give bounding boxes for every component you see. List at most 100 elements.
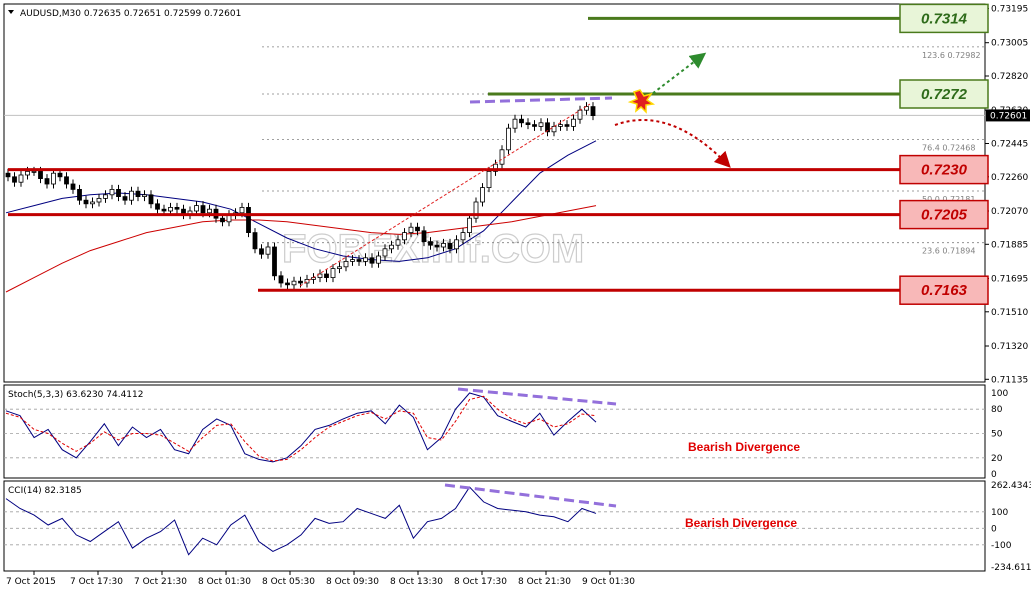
time-tick-label: 8 Oct 21:30	[518, 577, 571, 587]
candle-bull	[168, 206, 173, 212]
price-tick-label: 0.72445	[991, 140, 1028, 150]
candle-bear	[116, 188, 121, 197]
price-tick-label: 0.72070	[991, 207, 1028, 217]
candle-bull	[103, 194, 108, 199]
candle-bear	[155, 203, 160, 210]
current-price-label: 0.72601	[990, 111, 1027, 121]
fib-label: 123.6 0.72982	[922, 51, 981, 60]
candle-bull	[571, 118, 576, 127]
cci-tick-label: 0	[991, 524, 997, 534]
candle-bear	[122, 196, 128, 201]
price-tick-label: 0.71695	[991, 275, 1028, 285]
price-tick-label: 0.71885	[991, 240, 1028, 250]
stoch-divergence-label: Bearish Divergence	[688, 440, 800, 454]
candle-bull	[376, 255, 381, 264]
cci-tick-label: -100	[991, 541, 1012, 551]
stoch-tick-label: 80	[991, 405, 1003, 415]
time-tick-label: 8 Oct 01:30	[198, 577, 251, 587]
time-tick-label: 8 Oct 17:30	[454, 577, 507, 587]
cci-header: CCI(14) 82.3185	[8, 486, 82, 496]
stoch-tick-label: 100	[991, 389, 1008, 399]
cci-tick-label: 262.4343	[991, 481, 1031, 491]
candle-bull	[25, 170, 30, 176]
price-tick-label: 0.71135	[991, 375, 1028, 385]
candle-bull	[480, 187, 485, 203]
candle-bull	[441, 242, 446, 248]
candle-bear	[44, 178, 50, 185]
chart-canvas: AUDUSD,M30 0.72635 0.72651 0.72599 0.726…	[3, 3, 1031, 587]
candle-bull	[395, 239, 401, 246]
candle-bear	[369, 257, 375, 264]
price-tick-label: 0.72820	[991, 72, 1028, 82]
candle-bull	[551, 126, 557, 133]
candle-bull	[454, 239, 459, 250]
time-tick-label: 7 Oct 21:30	[134, 577, 187, 587]
candle-bear	[590, 106, 596, 116]
candle-bull	[337, 266, 342, 269]
candle-bull	[142, 194, 147, 198]
candle-bull	[467, 217, 472, 233]
candle-bear	[272, 246, 277, 277]
candle-bull	[558, 124, 563, 127]
candle-bear	[38, 170, 43, 179]
time-tick-label: 7 Oct 17:30	[70, 577, 123, 587]
candle-bear	[434, 244, 440, 248]
time-axis: 7 Oct 2015 7 Oct 17:30 7 Oct 21:30 8 Oct 01…	[6, 571, 635, 587]
candle-bear	[5, 172, 11, 178]
candle-bear	[356, 259, 362, 262]
candle-bull	[512, 118, 518, 129]
stoch-pane	[3, 384, 986, 479]
candle-bear	[428, 241, 433, 246]
candle-bear	[70, 183, 76, 190]
time-tick-label: 7 Oct 2015	[6, 577, 56, 587]
stoch-tick-label: 0	[991, 470, 997, 480]
level-label: 0.7230	[921, 162, 968, 179]
price-tick-label: 0.73005	[991, 39, 1028, 49]
candle-bull	[506, 127, 511, 151]
cci-pane	[3, 480, 986, 572]
time-tick-label: 8 Oct 09:30	[326, 577, 379, 587]
candle-bull	[330, 268, 336, 279]
candle-bull	[350, 259, 355, 262]
stoch-tick-label: 50	[991, 430, 1003, 440]
candle-bear	[200, 205, 206, 214]
price-tick-label: 0.71510	[991, 308, 1028, 318]
candle-bull	[577, 109, 583, 120]
candle-bull	[90, 201, 95, 205]
candle-bear	[246, 206, 251, 233]
candle-bull	[538, 122, 544, 127]
stoch-tick-label: 20	[991, 454, 1003, 464]
candle-bear	[77, 188, 82, 201]
candle-bear	[278, 275, 284, 284]
price-tick-label: 0.71320	[991, 342, 1028, 352]
watermark-text: FOREXimf.COM	[282, 227, 584, 271]
candle-bear	[64, 176, 69, 185]
candle-bull	[402, 232, 407, 241]
candle-bear	[135, 190, 141, 197]
level-label: 0.7163	[921, 282, 968, 299]
watermark: FOREXimf.COM	[281, 226, 584, 271]
candle-bull	[194, 205, 199, 212]
candle-bear	[525, 122, 531, 126]
candle-bear	[252, 232, 258, 250]
candle-bull	[408, 226, 414, 233]
candle-bull	[31, 170, 37, 173]
time-tick-label: 8 Oct 05:30	[262, 577, 315, 587]
fib-label: 23.6 0.71894	[922, 247, 975, 256]
candle-bull	[207, 208, 212, 214]
cci-tick-label: -234.611	[991, 563, 1031, 573]
candle-bear	[447, 242, 453, 250]
candle-bear	[161, 208, 167, 212]
candle-bull	[265, 246, 271, 255]
level-label: 0.7314	[921, 10, 968, 27]
price-tick-label: 0.72260	[991, 173, 1028, 183]
candle-bull	[18, 174, 24, 183]
candle-bear	[564, 124, 570, 127]
candle-bull	[109, 188, 115, 196]
candle-bear	[519, 118, 524, 124]
candle-bear	[148, 194, 154, 205]
level-label: 0.7272	[921, 86, 968, 103]
candle-bear	[83, 199, 89, 205]
candle-bear	[285, 282, 290, 286]
time-tick-label: 8 Oct 13:30	[390, 577, 443, 587]
